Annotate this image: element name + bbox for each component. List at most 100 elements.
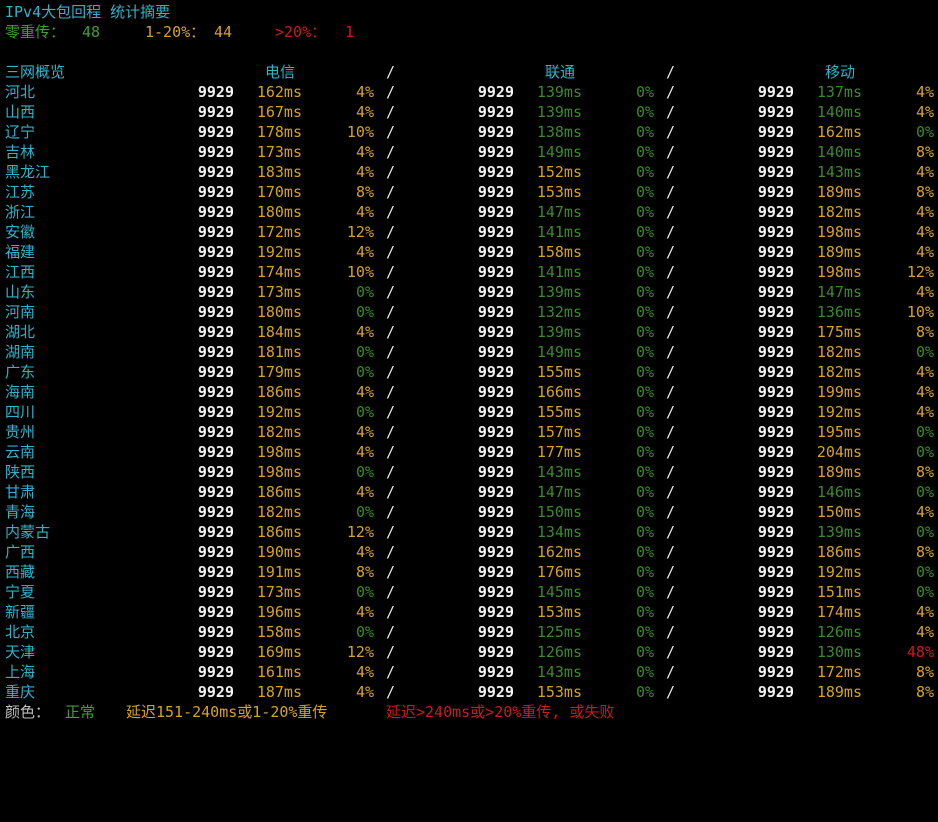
telecom-asn: 9929 — [197, 423, 234, 441]
telecom-asn: 9929 — [197, 383, 234, 401]
title-line: IPv4大包回程 统计摘要 — [0, 2, 938, 22]
telecom-asn: 9929 — [197, 683, 234, 701]
mobile-loss: 8% — [915, 463, 934, 481]
unicom-asn: 9929 — [477, 583, 514, 601]
summary-line: 零重传： 48 1-20%： 44 >20%： 1 — [0, 22, 938, 42]
table-row: 福建 9929 192ms 4% / 9929 158ms 0% / 9929 189ms 4% — [0, 242, 938, 262]
unicom-asn: 9929 — [477, 683, 514, 701]
telecom-loss: 8% — [355, 183, 374, 201]
table-row: 青海 9929 182ms 0% / 9929 150ms 0% / 9929 150ms 4% — [0, 502, 938, 522]
telecom-latency: 173ms — [256, 283, 302, 301]
mobile-loss: 0% — [915, 123, 934, 141]
column-separator: / — [666, 303, 676, 321]
table-row: 四川 9929 192ms 0% / 9929 155ms 0% / 9929 192ms 4% — [0, 402, 938, 422]
telecom-loss: 12% — [346, 223, 374, 241]
telecom-latency: 182ms — [256, 503, 302, 521]
region-name: 吉林 — [5, 143, 36, 161]
region-name: 河北 — [5, 83, 36, 101]
column-separator: / — [666, 523, 676, 541]
mobile-loss: 4% — [915, 163, 934, 181]
column-separator: / — [666, 323, 676, 341]
unicom-loss: 0% — [635, 683, 654, 701]
region-name: 辽宁 — [5, 123, 36, 141]
mobile-asn: 9929 — [757, 283, 794, 301]
unicom-loss: 0% — [635, 303, 654, 321]
column-separator: / — [386, 343, 396, 361]
column-separator: / — [386, 543, 396, 561]
unicom-loss: 0% — [635, 383, 654, 401]
mobile-latency: 139ms — [816, 523, 862, 541]
telecom-asn: 9929 — [197, 663, 234, 681]
unicom-latency: 153ms — [536, 683, 582, 701]
telecom-latency: 162ms — [256, 83, 302, 101]
region-name: 安徽 — [5, 223, 36, 241]
column-separator: / — [666, 143, 676, 161]
telecom-asn: 9929 — [197, 163, 234, 181]
region-name: 青海 — [5, 503, 36, 521]
region-name: 云南 — [5, 443, 36, 461]
unicom-asn: 9929 — [477, 123, 514, 141]
telecom-loss: 0% — [355, 623, 374, 641]
unicom-latency: 157ms — [536, 423, 582, 441]
telecom-latency: 182ms — [256, 423, 302, 441]
telecom-asn: 9929 — [197, 323, 234, 341]
region-name: 湖南 — [5, 343, 36, 361]
column-separator: / — [386, 603, 396, 621]
table-row: 甘肃 9929 186ms 4% / 9929 147ms 0% / 9929 146ms 0% — [0, 482, 938, 502]
table-row: 吉林 9929 173ms 4% / 9929 149ms 0% / 9929 140ms 8% — [0, 142, 938, 162]
column-separator: / — [666, 463, 676, 481]
mobile-latency: 136ms — [816, 303, 862, 321]
telecom-loss: 4% — [355, 203, 374, 221]
unicom-latency: 134ms — [536, 523, 582, 541]
telecom-asn: 9929 — [197, 303, 234, 321]
telecom-asn: 9929 — [197, 263, 234, 281]
unicom-loss: 0% — [635, 203, 654, 221]
region-name: 广东 — [5, 363, 36, 381]
telecom-loss: 4% — [355, 103, 374, 121]
unicom-asn: 9929 — [477, 603, 514, 621]
unicom-latency: 149ms — [536, 143, 582, 161]
unicom-asn: 9929 — [477, 443, 514, 461]
column-separator: / — [386, 143, 396, 161]
mobile-loss: 4% — [915, 203, 934, 221]
table-row: 安徽 9929 172ms 12% / 9929 141ms 0% / 9929 198ms 4% — [0, 222, 938, 242]
table-row: 浙江 9929 180ms 4% / 9929 147ms 0% / 9929 182ms 4% — [0, 202, 938, 222]
telecom-loss: 4% — [355, 143, 374, 161]
region-name: 陕西 — [5, 463, 36, 481]
region-header: 三网概览 — [5, 63, 66, 81]
unicom-asn: 9929 — [477, 363, 514, 381]
unicom-asn: 9929 — [477, 303, 514, 321]
column-separator: / — [386, 323, 396, 341]
column-separator: / — [666, 643, 676, 661]
telecom-asn: 9929 — [197, 343, 234, 361]
mobile-latency: 151ms — [816, 583, 862, 601]
telecom-latency: 196ms — [256, 603, 302, 621]
mobile-loss: 4% — [915, 603, 934, 621]
column-separator: / — [666, 163, 676, 181]
telecom-latency: 198ms — [256, 443, 302, 461]
table-row: 陕西 9929 198ms 0% / 9929 143ms 0% / 9929 189ms 8% — [0, 462, 938, 482]
mobile-latency: 198ms — [816, 263, 862, 281]
unicom-asn: 9929 — [477, 543, 514, 561]
unicom-asn: 9929 — [477, 243, 514, 261]
column-separator: / — [386, 383, 396, 401]
telecom-loss: 0% — [355, 283, 374, 301]
unicom-asn: 9929 — [477, 383, 514, 401]
high-retrans-value: 1 — [345, 23, 355, 41]
unicom-latency: 166ms — [536, 383, 582, 401]
mobile-loss: 4% — [915, 623, 934, 641]
table-row: 西藏 9929 191ms 8% / 9929 176ms 0% / 9929 192ms 0% — [0, 562, 938, 582]
mobile-asn: 9929 — [757, 683, 794, 701]
unicom-latency: 139ms — [536, 103, 582, 121]
region-name: 江西 — [5, 263, 36, 281]
region-name: 湖北 — [5, 323, 36, 341]
table-row: 内蒙古 9929 186ms 12% / 9929 134ms 0% / 9929 139ms 0% — [0, 522, 938, 542]
mobile-latency: 189ms — [816, 183, 862, 201]
region-name: 江苏 — [5, 183, 36, 201]
unicom-asn: 9929 — [477, 423, 514, 441]
column-separator: / — [666, 423, 676, 441]
unicom-latency: 155ms — [536, 403, 582, 421]
telecom-loss: 0% — [355, 503, 374, 521]
table-row: 海南 9929 186ms 4% / 9929 166ms 0% / 9929 199ms 4% — [0, 382, 938, 402]
table-row: 天津 9929 169ms 12% / 9929 126ms 0% / 9929 130ms 48% — [0, 642, 938, 662]
